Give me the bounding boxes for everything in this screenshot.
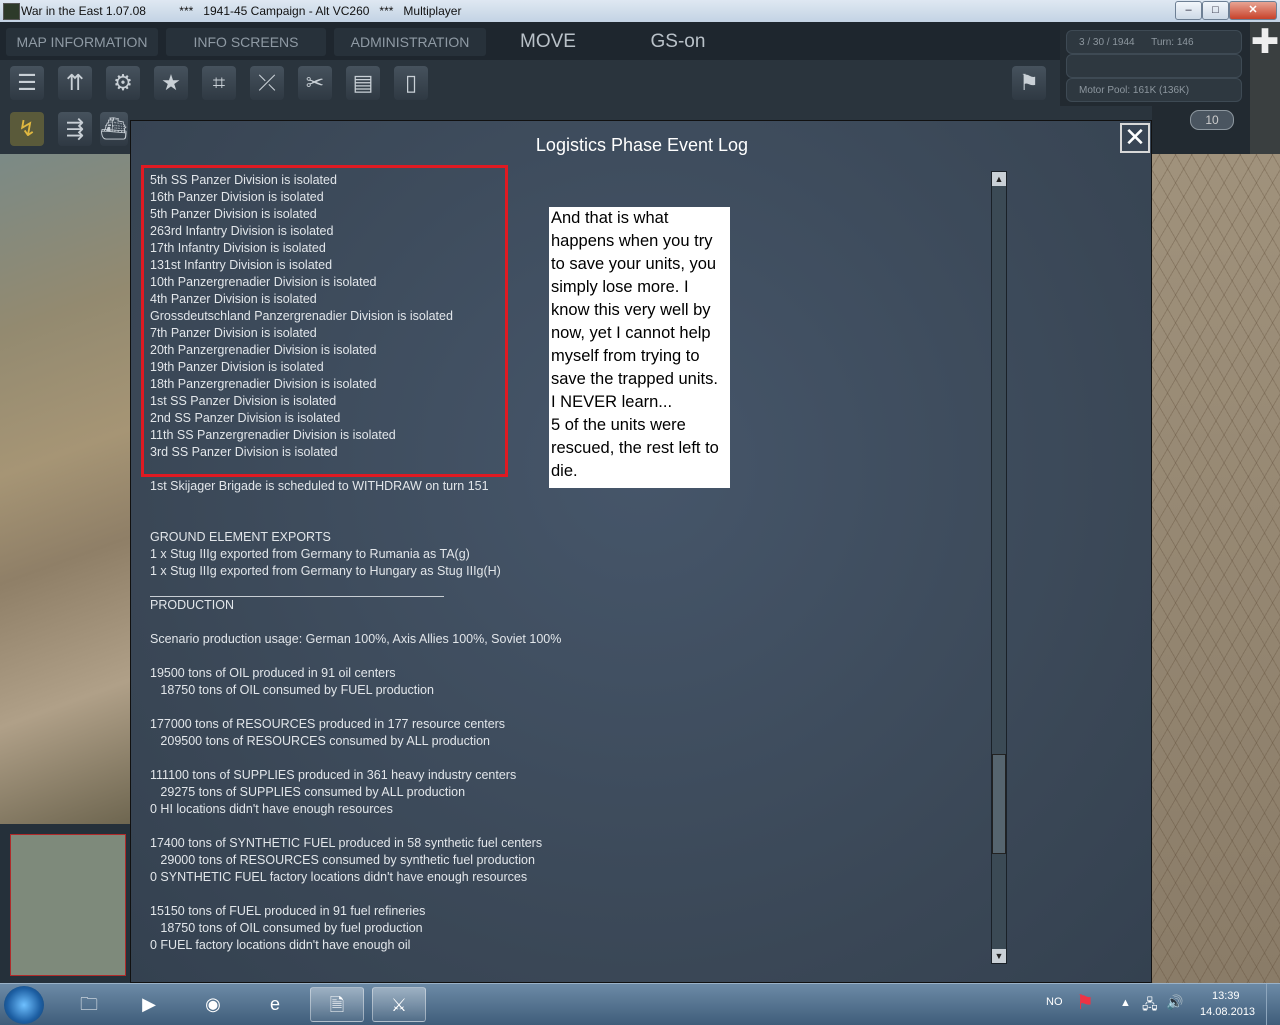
log-line: 18750 tons of OIL consumed by fuel produ…: [150, 921, 423, 935]
log-line: 1st Skijager Brigade is scheduled to WIT…: [150, 479, 489, 493]
clock-time[interactable]: 13:39: [1212, 990, 1240, 1002]
empty-status-box: [1066, 54, 1242, 78]
log-line: 18750 tons of OIL consumed by FUEL produ…: [150, 683, 434, 697]
note-line: myself from trying to: [551, 347, 700, 365]
game-turn: Turn: 146: [1151, 37, 1194, 48]
log-line: 209500 tons of RESOURCES consumed by ALL…: [150, 734, 491, 748]
log-line: 29000 tons of RESOURCES consumed by synt…: [150, 853, 535, 867]
log-line: 17400 tons of SYNTHETIC FUEL produced in…: [150, 836, 543, 850]
log-heading: PRODUCTION: [150, 598, 235, 612]
log-line: 177000 tons of RESOURCES produced in 177…: [150, 717, 506, 731]
tab-move[interactable]: MOVE: [500, 28, 596, 56]
tools-icon[interactable]: ✂: [298, 66, 332, 100]
flag-icon[interactable]: ⚑: [1012, 66, 1046, 100]
log-line: 111100 tons of SUPPLIES produced in 361 …: [150, 768, 517, 782]
clock-date[interactable]: 14.08.2013: [1200, 1006, 1255, 1018]
dialog-close-button[interactable]: ✕: [1120, 123, 1150, 153]
scroll-up-icon[interactable]: ▲: [992, 172, 1006, 186]
top-menu: MAP INFORMATION INFO SCREENS ADMINISTRAT…: [0, 22, 1060, 60]
log-line: 0 FUEL factory locations didn't have eno…: [150, 938, 411, 952]
note-line: to save your units, you: [551, 255, 717, 273]
game-date: 3 / 30 / 1944: [1079, 37, 1135, 48]
note-line: die.: [551, 462, 578, 480]
tab-administration[interactable]: ADMINISTRATION: [334, 28, 486, 56]
weather-grid-icon[interactable]: ⌗: [202, 66, 236, 100]
rail-mode-icon[interactable]: ⇶: [58, 112, 92, 146]
annotation-note: And that is what happens when you try to…: [549, 207, 730, 488]
red-highlight-box: [141, 165, 508, 477]
section-divider: [150, 596, 444, 597]
note-line: And that is what: [551, 209, 669, 227]
log-line: 1 x Stug IIIg exported from Germany to H…: [150, 564, 501, 578]
notes-icon[interactable]: 🗎: [310, 987, 364, 1022]
minimap[interactable]: [0, 824, 130, 983]
naval-mode-icon[interactable]: ⛴: [100, 112, 128, 146]
log-line: 15150 tons of FUEL produced in 91 fuel r…: [150, 904, 426, 918]
window-title: War in the East 1.07.08 *** 1941-45 Camp…: [21, 4, 462, 18]
log-line: 29275 tons of SUPPLIES consumed by ALL p…: [150, 785, 466, 799]
hp-icon[interactable]: ◉: [186, 987, 240, 1022]
volume-icon[interactable]: 🔊: [1166, 994, 1183, 1011]
motor-pool-display: Motor Pool: 161K (136K): [1066, 78, 1242, 102]
log-line: 0 HI locations didn't have enough resour…: [150, 802, 393, 816]
app-icon: [3, 3, 20, 20]
note-line: happens when you try: [551, 232, 713, 250]
map-left-area[interactable]: [0, 154, 130, 824]
taskbar: 🗀 ▶ ◉ e 🗎 ⚔ NO ⚑ ▲ 🖧 🔊 13:39 14.08.2013: [0, 983, 1280, 1025]
close-window-button[interactable]: ✕: [1229, 1, 1277, 20]
tab-info-screens[interactable]: INFO SCREENS: [166, 28, 326, 56]
log-line: Scenario production usage: German 100%, …: [150, 632, 562, 646]
note-line: simply lose more. I: [551, 278, 689, 296]
maximize-button[interactable]: □: [1202, 1, 1229, 20]
date-turn-display: 3 / 30 / 1944 Turn: 146: [1066, 30, 1242, 54]
note-line: save the trapped units.: [551, 370, 718, 388]
window-titlebar: War in the East 1.07.08 *** 1941-45 Camp…: [0, 0, 1280, 23]
command-toolbar: ☰ ⇈ ⚙ ★ ⌗ ⤫ ✂ ▤ ▯ ⚑: [0, 60, 1060, 106]
network-icon[interactable]: 🖧: [1142, 994, 1158, 1018]
war-in-the-east-icon[interactable]: ⚔: [372, 987, 426, 1022]
tab-map-information[interactable]: MAP INFORMATION: [6, 28, 158, 56]
star-icon[interactable]: ★: [154, 66, 188, 100]
note-line: know this very well by: [551, 301, 711, 319]
language-indicator[interactable]: NO: [1046, 996, 1063, 1008]
log-line: 1 x Stug IIIg exported from Germany to R…: [150, 547, 470, 561]
action-center-icon[interactable]: ⚑: [1076, 990, 1094, 1015]
note-line: rescued, the rest left to: [551, 439, 719, 457]
start-button[interactable]: [4, 986, 44, 1024]
minimap-view[interactable]: [10, 834, 126, 976]
show-hidden-icons-icon[interactable]: ▲: [1120, 997, 1131, 1009]
note-line: I NEVER learn...: [551, 393, 673, 411]
iron-cross-icon: ✚: [1250, 22, 1280, 154]
zoom-level[interactable]: 10: [1190, 110, 1234, 130]
card-icon[interactable]: ▯: [394, 66, 428, 100]
mode-toolbar: ↯ ⇶ ⛴: [0, 106, 130, 154]
scroll-down-icon[interactable]: ▼: [992, 949, 1006, 963]
log-line: 0 SYNTHETIC FUEL factory locations didn'…: [150, 870, 528, 884]
rail-icon[interactable]: ▤: [346, 66, 380, 100]
show-desktop-button[interactable]: [1266, 984, 1280, 1025]
log-heading: GROUND ELEMENT EXPORTS: [150, 530, 331, 544]
move-mode-icon[interactable]: ↯: [10, 112, 44, 146]
log-scrollbar[interactable]: ▲ ▼: [991, 171, 1007, 964]
map-right-area[interactable]: [1152, 154, 1280, 983]
air-icon[interactable]: ⤫: [250, 66, 284, 100]
log-line: 19500 tons of OIL produced in 91 oil cen…: [150, 666, 396, 680]
dialog-title: Logistics Phase Event Log: [535, 135, 749, 155]
scroll-thumb[interactable]: [992, 754, 1006, 854]
media-player-icon[interactable]: ▶: [122, 987, 176, 1022]
explorer-icon[interactable]: 🗀: [62, 987, 116, 1022]
minimize-button[interactable]: –: [1175, 1, 1202, 20]
internet-explorer-icon[interactable]: e: [248, 987, 302, 1022]
gear-icon[interactable]: ⚙: [106, 66, 140, 100]
tab-gs-on[interactable]: GS-on: [628, 28, 728, 56]
units-icon[interactable]: ⇈: [58, 66, 92, 100]
list-icon[interactable]: ☰: [10, 66, 44, 100]
event-log-dialog: Logistics Phase Event Log ✕ 5th SS Panze…: [130, 120, 1152, 983]
note-line: now, yet I cannot help: [551, 324, 711, 342]
note-line: 5 of the units were: [551, 416, 686, 434]
